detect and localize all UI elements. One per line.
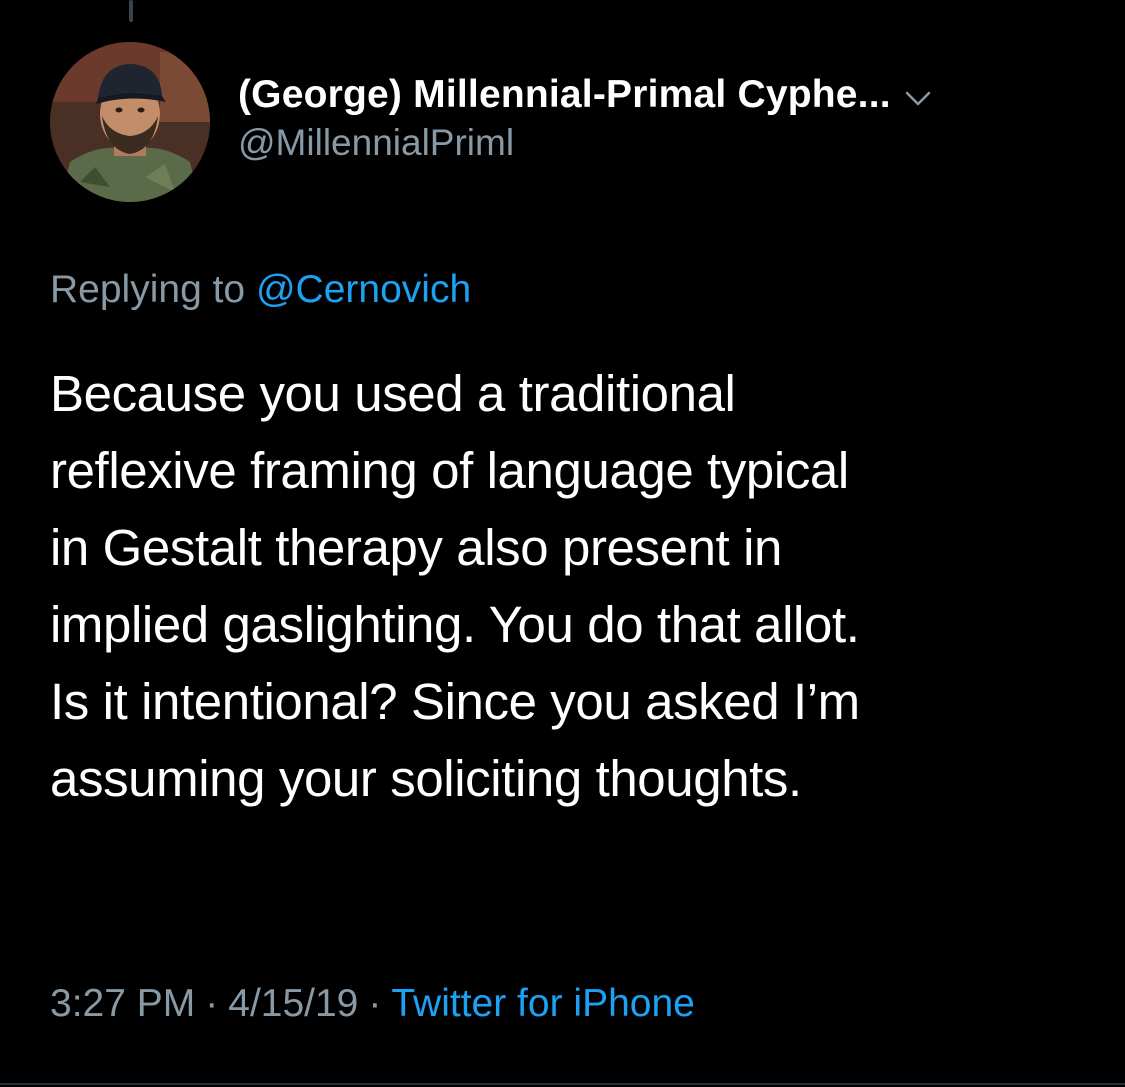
- tweet-metadata: 3:27 PM · 4/15/19 · Twitter for iPhone: [50, 982, 695, 1026]
- tweet-time[interactable]: 3:27 PM: [50, 982, 195, 1025]
- meta-separator: ·: [368, 982, 382, 1025]
- bottom-divider: [0, 1083, 1125, 1085]
- tweet-date[interactable]: 4/15/19: [228, 982, 358, 1025]
- meta-separator: ·: [205, 982, 219, 1025]
- reply-mention-link[interactable]: @Cernovich: [256, 268, 471, 311]
- replying-to-line: Replying to @Cernovich: [50, 268, 471, 312]
- tweet-text-line: implied gaslighting. You do that allot.: [50, 596, 860, 653]
- display-name-row: (George) Millennial-Primal Cyphe...: [238, 70, 1095, 120]
- tweet-text-line: in Gestalt therapy also present in: [50, 519, 782, 576]
- thread-connector-line: [129, 0, 133, 22]
- tweet-text-line: assuming your soliciting thoughts.: [50, 750, 802, 807]
- tweet-source-link[interactable]: Twitter for iPhone: [391, 982, 694, 1025]
- display-name[interactable]: (George) Millennial-Primal Cyphe...: [238, 73, 891, 117]
- tweet-text-line: reflexive framing of language typical: [50, 442, 849, 499]
- tweet-text: Because you used a traditional reflexive…: [50, 355, 1090, 817]
- tweet-text-line: Because you used a traditional: [50, 365, 736, 422]
- author-header: (George) Millennial-Primal Cyphe... @Mil…: [238, 70, 1095, 164]
- replying-to-label: Replying to: [50, 268, 246, 311]
- profile-photo-icon: [50, 42, 210, 202]
- user-handle[interactable]: @MillennialPriml: [238, 122, 1095, 164]
- tweet-text-line: Is it intentional? Since you asked I’m: [50, 673, 860, 730]
- avatar[interactable]: [50, 42, 210, 202]
- chevron-down-icon[interactable]: [905, 90, 931, 108]
